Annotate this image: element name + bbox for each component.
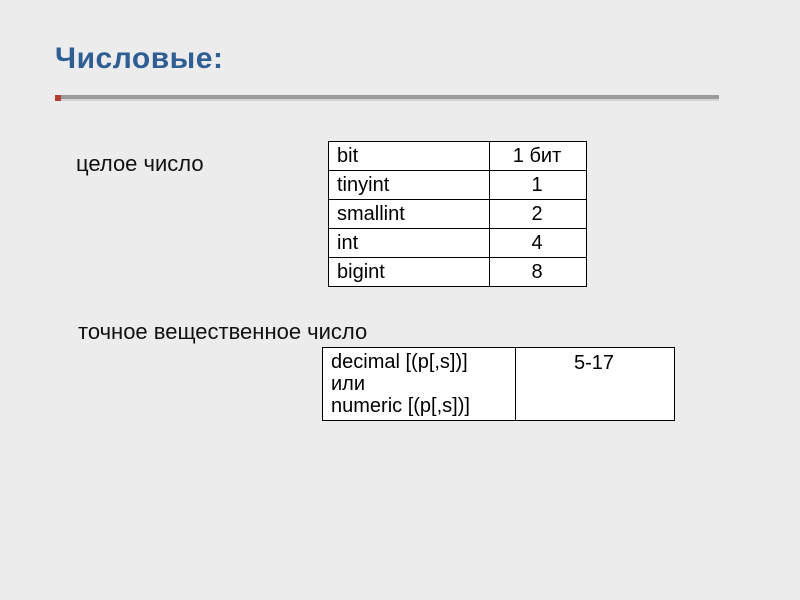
cell-size: 5-17: [516, 348, 675, 421]
cell-size: 1: [490, 171, 587, 200]
table-row: bit 1 бит: [329, 142, 587, 171]
cell-size: 2: [490, 200, 587, 229]
cell-size: 4: [490, 229, 587, 258]
dec-line-3: numeric [(p[,s])]: [331, 395, 470, 417]
cell-type: smallint: [329, 200, 490, 229]
slide: Числовые: целое число bit 1 бит tinyint …: [0, 0, 800, 600]
cell-type: decimal [(p[,s])] или numeric [(p[,s])]: [323, 348, 516, 421]
integer-label: целое число: [76, 151, 204, 177]
dec-line-1: decimal [(p[,s])]: [331, 351, 468, 373]
slide-title: Числовые:: [55, 42, 223, 76]
table-row: int 4: [329, 229, 587, 258]
table-row: bigint 8: [329, 258, 587, 287]
integer-types-table: bit 1 бит tinyint 1 smallint 2 int 4 big…: [328, 141, 587, 287]
cell-type: int: [329, 229, 490, 258]
table-row: smallint 2: [329, 200, 587, 229]
title-underline: [55, 95, 719, 99]
cell-size: 8: [490, 258, 587, 287]
table-row: tinyint 1: [329, 171, 587, 200]
cell-size: 1 бит: [490, 142, 587, 171]
cell-type: bit: [329, 142, 490, 171]
title-accent-square: [55, 95, 61, 101]
cell-type: bigint: [329, 258, 490, 287]
cell-type: tinyint: [329, 171, 490, 200]
dec-line-2: или: [331, 373, 365, 395]
decimal-label: точное вещественное число: [78, 319, 367, 345]
table-row: decimal [(p[,s])] или numeric [(p[,s])] …: [323, 348, 675, 421]
decimal-types-table: decimal [(p[,s])] или numeric [(p[,s])] …: [322, 347, 675, 421]
